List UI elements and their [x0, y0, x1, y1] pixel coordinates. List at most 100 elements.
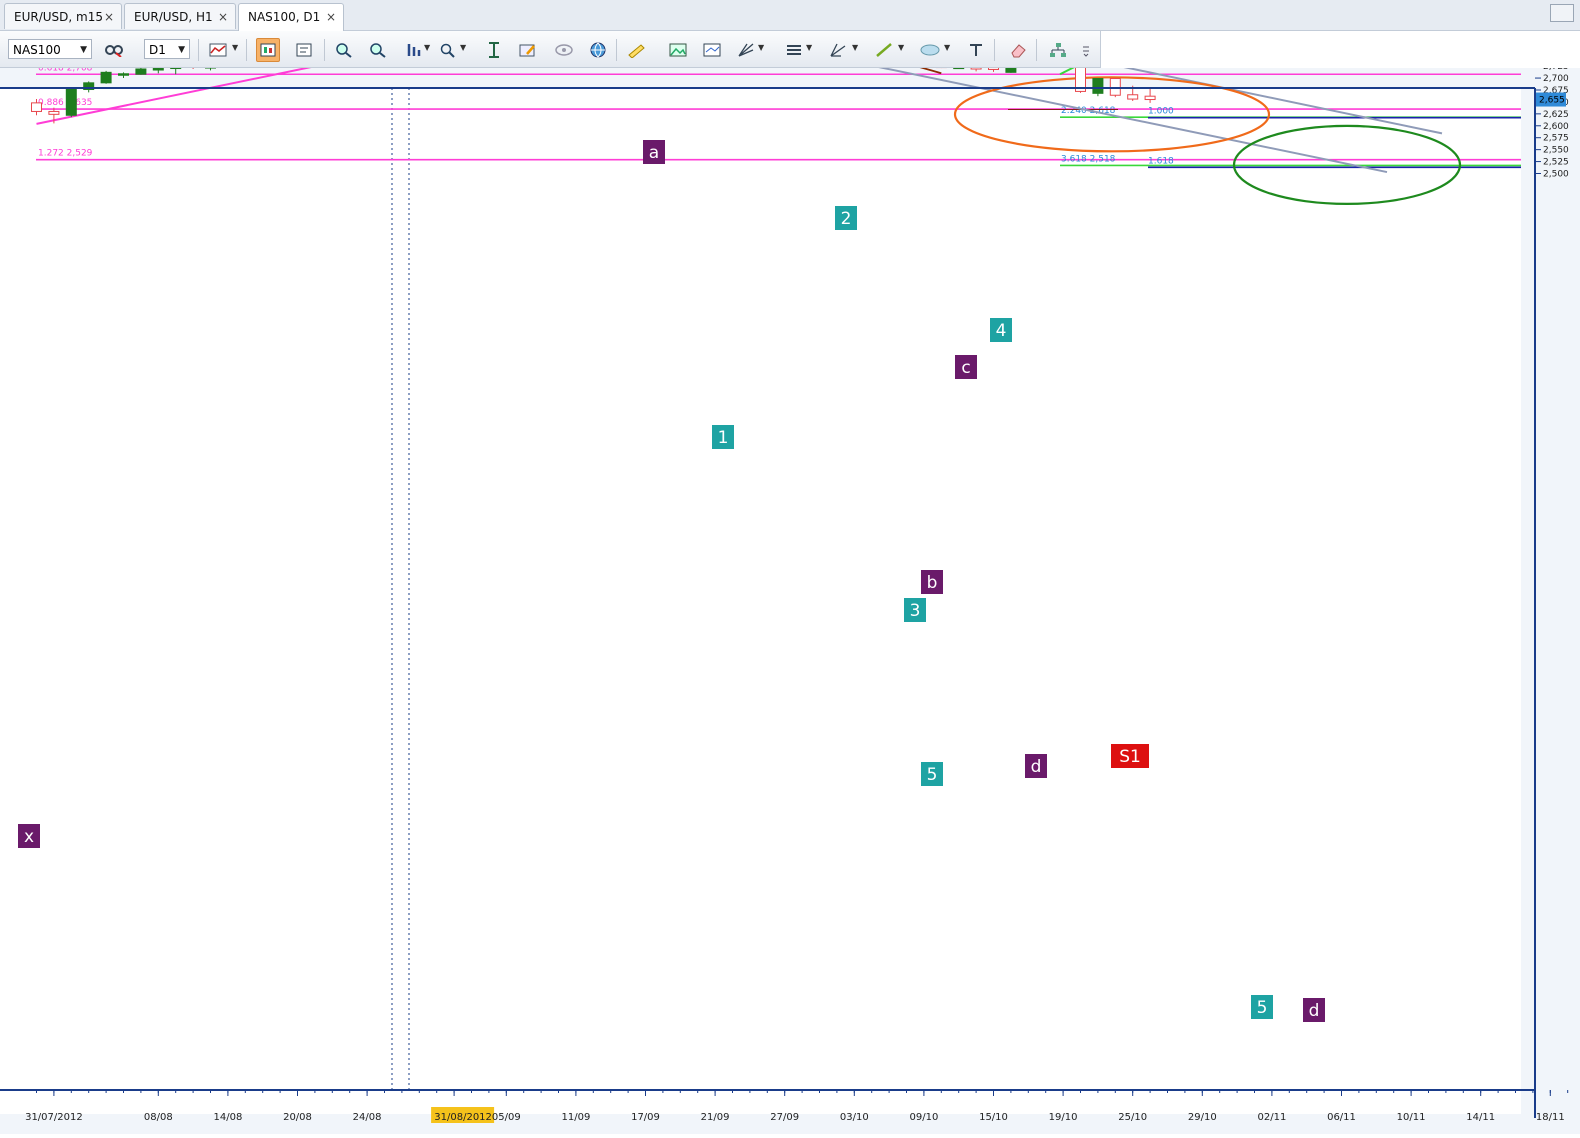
toolbar-separator — [324, 39, 325, 61]
timeframe-select[interactable]: D1 ▼ — [144, 39, 190, 59]
x-tick-label: 17/09 — [631, 1112, 660, 1123]
chevron-down-icon: ▼ — [80, 40, 87, 60]
wave-label: 4 — [996, 321, 1007, 341]
candle-body — [1110, 79, 1120, 96]
chart-area[interactable]: 0.618 2,7080.886 2,6351.272 2,5290.382 2… — [0, 68, 1580, 1134]
wave-label: 5 — [1257, 998, 1268, 1018]
x-tick-label: 27/09 — [770, 1112, 799, 1123]
wave-label: 5 — [927, 765, 938, 785]
trend-tool-icon[interactable] — [826, 38, 850, 62]
x-tick-label: 03/10 — [840, 1112, 869, 1123]
plot-background — [0, 88, 1521, 1114]
wave-label: b — [927, 573, 938, 593]
text-box-icon[interactable] — [292, 38, 316, 62]
y-tick-label: 2,575 — [1543, 134, 1569, 144]
chart-toolbar: NAS100▼ D1 ▼ ▼ ▼ ▼ ▼ ▼ ▼ ▼ ▼ — [0, 31, 1101, 68]
restore-window-button[interactable] — [1550, 4, 1574, 22]
tab-label: EUR/USD, H1 — [134, 10, 213, 24]
x-tick-label: 02/11 — [1257, 1112, 1286, 1123]
x-tick-label: 31/08/2012 — [434, 1112, 492, 1123]
y-tick-label: 2,625 — [1543, 110, 1569, 120]
wave-label: x — [24, 827, 34, 847]
hide-icon[interactable] — [552, 38, 576, 62]
tree-icon[interactable] — [1046, 38, 1070, 62]
x-tick-label: 25/10 — [1118, 1112, 1147, 1123]
fib-level-label: 3.618 2,518 — [1061, 154, 1116, 164]
template-icon[interactable] — [700, 38, 724, 62]
timeframe-value: D1 — [149, 43, 166, 57]
crosshair-icon[interactable] — [482, 38, 506, 62]
y-tick-label: 2,525 — [1543, 158, 1569, 168]
toolbar-separator — [198, 39, 199, 61]
x-tick-label: 14/08 — [213, 1112, 242, 1123]
price-chart[interactable]: 0.618 2,7080.886 2,6351.272 2,5290.382 2… — [0, 68, 1580, 1134]
y-tick-label: 2,700 — [1543, 74, 1569, 84]
chevron-down-icon[interactable]: ▼ — [424, 43, 430, 52]
wave-label: 1 — [718, 428, 729, 448]
y-tick-label: 2,725 — [1543, 68, 1569, 72]
chevron-down-icon[interactable]: ▼ — [758, 43, 764, 52]
toolbar-separator — [994, 39, 995, 61]
x-tick-label: 15/10 — [979, 1112, 1008, 1123]
indicator-icon[interactable] — [402, 38, 426, 62]
tab-eurusd-m15[interactable]: EUR/USD, m15× — [4, 3, 122, 29]
chevron-down-icon: ▼ — [178, 40, 185, 60]
eraser-icon[interactable] — [1006, 38, 1030, 62]
fib-level-label: 0.618 2,708 — [38, 68, 93, 73]
data-box-icon[interactable] — [256, 38, 280, 62]
x-tick-label: 06/11 — [1327, 1112, 1356, 1123]
wave-label: 2 — [841, 209, 852, 229]
chevron-down-icon[interactable]: ▼ — [232, 43, 238, 52]
lines-icon[interactable] — [782, 38, 806, 62]
x-tick-label: 08/08 — [144, 1112, 173, 1123]
line-tool-icon[interactable] — [872, 38, 896, 62]
x-tick-label: 18/11 — [1536, 1112, 1565, 1123]
x-tick-label: 09/10 — [909, 1112, 938, 1123]
fib-level-label: 1.000 — [1148, 107, 1174, 117]
close-icon[interactable]: × — [218, 4, 228, 30]
symbol-select[interactable]: NAS100▼ — [8, 39, 92, 59]
x-tick-label: 21/09 — [701, 1112, 730, 1123]
chevron-down-icon[interactable]: ▼ — [944, 43, 950, 52]
text-icon[interactable] — [964, 38, 988, 62]
x-tick-label: 05/09 — [492, 1112, 521, 1123]
fan-icon[interactable] — [734, 38, 758, 62]
globe-icon[interactable] — [586, 38, 610, 62]
zoom-out-icon[interactable] — [366, 38, 390, 62]
wave-label: d — [1031, 757, 1042, 777]
x-tick-label: 20/08 — [283, 1112, 312, 1123]
chart-type-icon[interactable] — [206, 38, 230, 62]
chevron-down-icon[interactable]: ▼ — [898, 43, 904, 52]
green-projection-line — [1060, 68, 1130, 74]
zoom-in-icon[interactable] — [332, 38, 356, 62]
image-icon[interactable] — [666, 38, 690, 62]
ellipse-icon[interactable] — [918, 38, 942, 62]
pencil-icon[interactable] — [516, 38, 540, 62]
tab-nas100-d1[interactable]: NAS100, D1× — [238, 3, 344, 31]
ruler-icon[interactable] — [624, 38, 648, 62]
candle-body — [101, 72, 111, 82]
search-icon[interactable] — [436, 38, 460, 62]
y-tick-label: 2,500 — [1543, 170, 1569, 180]
x-tick-label: 10/11 — [1397, 1112, 1426, 1123]
wave-label: a — [649, 143, 659, 163]
tab-bar: EUR/USD, m15× EUR/USD, H1 × NAS100, D1× — [0, 0, 1580, 31]
candle-body — [49, 111, 59, 114]
more-icon[interactable] — [1078, 38, 1094, 62]
candle-body — [1128, 95, 1138, 99]
x-tick-label: 11/09 — [561, 1112, 590, 1123]
candle-body — [1145, 96, 1155, 99]
close-icon[interactable]: × — [326, 4, 336, 30]
candle-body — [153, 69, 163, 71]
candle-body — [989, 68, 999, 69]
chevron-down-icon[interactable]: ▼ — [806, 43, 812, 52]
tab-eurusd-h1[interactable]: EUR/USD, H1 × — [124, 3, 236, 29]
candle-body — [32, 103, 42, 112]
fib-level-label: 1.272 2,529 — [38, 149, 93, 159]
x-tick-label: 31/07/2012 — [25, 1112, 83, 1123]
compare-icon[interactable] — [102, 38, 126, 62]
chevron-down-icon[interactable]: ▼ — [460, 43, 466, 52]
chevron-down-icon[interactable]: ▼ — [852, 43, 858, 52]
close-icon[interactable]: × — [104, 4, 114, 30]
fib-level-label: 1.618 — [1148, 156, 1174, 166]
